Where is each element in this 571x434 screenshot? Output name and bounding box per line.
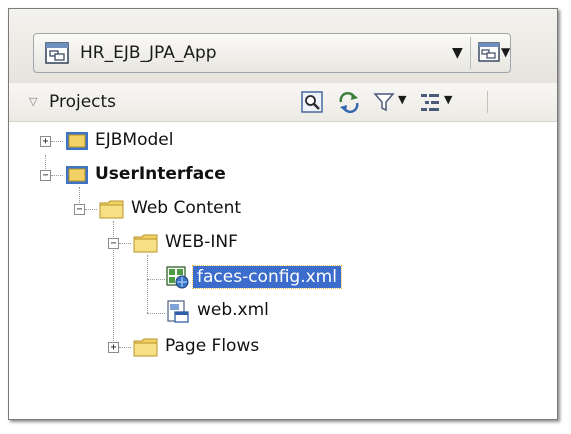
projects-title: Projects — [49, 92, 117, 112]
project-folder-icon — [65, 130, 89, 156]
folder-icon — [133, 336, 159, 362]
tree-connector — [51, 175, 63, 176]
application-icon — [45, 42, 69, 68]
tree-node-web-content[interactable]: Web Content — [127, 197, 245, 219]
tree-connector — [147, 255, 148, 313]
tree-connector — [147, 279, 165, 280]
project-tree: + EJBModel − UserInterface − Web Content — [9, 121, 557, 419]
tree-node-page-flows[interactable]: Page Flows — [161, 335, 263, 357]
tree-connector — [119, 243, 131, 244]
divider — [470, 37, 471, 69]
expand-button[interactable]: + — [108, 342, 119, 353]
tree-node-ejbmodel[interactable]: EJBModel — [91, 129, 177, 151]
collapse-button[interactable]: − — [74, 204, 85, 215]
application-menu-button[interactable]: ▼ — [474, 36, 510, 70]
chevron-down-icon[interactable]: ▼ — [398, 93, 406, 106]
tree-connector — [51, 141, 63, 142]
chevron-down-icon[interactable]: ▼ — [444, 93, 452, 106]
navigator-header: HR_EJB_JPA_App ▼ ▼ — [9, 9, 557, 84]
application-menu-icon — [478, 42, 500, 62]
tree-node-web-inf[interactable]: WEB-INF — [161, 231, 242, 253]
tree-node-web-xml[interactable]: web.xml — [193, 299, 273, 321]
chevron-down-icon[interactable]: ▼ — [452, 45, 463, 61]
application-navigator: HR_EJB_JPA_App ▼ ▼ ▽ Projects ▼ ▼ + EJBM… — [8, 8, 558, 420]
project-folder-icon — [65, 164, 89, 190]
expand-button[interactable]: + — [40, 136, 51, 147]
divider — [487, 91, 488, 113]
web-xml-icon — [166, 300, 190, 328]
filter-icon[interactable] — [373, 91, 395, 117]
search-icon[interactable] — [301, 91, 323, 117]
tree-node-faces-config[interactable]: faces-config.xml — [192, 265, 342, 289]
tree-node-userinterface[interactable]: UserInterface — [91, 163, 230, 185]
tree-connector — [85, 209, 97, 210]
application-name: HR_EJB_JPA_App — [80, 43, 217, 63]
tree-connector — [147, 313, 165, 314]
faces-config-icon — [166, 266, 190, 294]
folder-icon — [99, 198, 125, 224]
tree-connector — [119, 347, 131, 348]
collapse-button[interactable]: − — [108, 238, 119, 249]
application-selector[interactable]: HR_EJB_JPA_App ▼ ▼ — [33, 33, 511, 73]
tree-options-icon[interactable] — [419, 91, 441, 117]
collapse-triangle-icon[interactable]: ▽ — [29, 95, 37, 108]
refresh-icon[interactable] — [337, 91, 361, 117]
projects-panel-header: ▽ Projects ▼ ▼ — [9, 83, 557, 122]
folder-icon — [133, 232, 159, 258]
chevron-down-icon: ▼ — [501, 45, 511, 59]
collapse-button[interactable]: − — [40, 170, 51, 181]
